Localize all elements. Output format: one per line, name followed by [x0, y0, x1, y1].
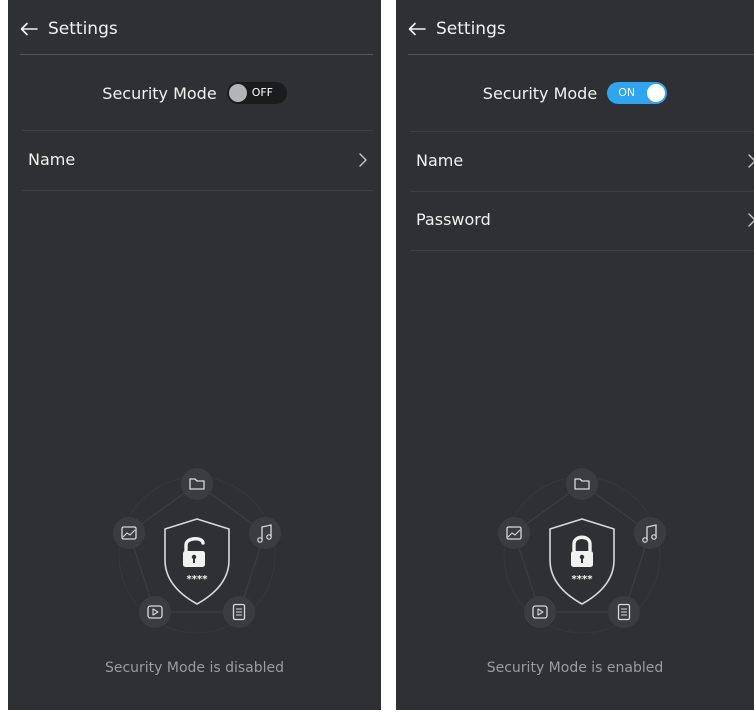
toggle-knob [228, 84, 247, 102]
settings-item-password[interactable]: Password [396, 191, 754, 249]
toggle-knob [647, 84, 666, 102]
image-icon [498, 517, 530, 549]
settings-item-label: Name [28, 150, 76, 169]
lock-code: **** [572, 574, 594, 585]
security-mode-toggle[interactable]: ON [607, 82, 668, 104]
security-illustration: **** [113, 468, 281, 634]
video-icon [524, 596, 556, 628]
back-arrow-icon [408, 22, 426, 36]
security-status-text: Security Mode is disabled [104, 660, 285, 676]
security-status-text: Security Mode is enabled [486, 660, 664, 676]
back-arrow-icon [20, 22, 38, 36]
back-button[interactable]: Settings [408, 14, 512, 44]
settings-screen-security-on: Settings Security Mode ON Name Password [396, 0, 754, 710]
back-button[interactable]: Settings [20, 14, 124, 44]
divider [22, 190, 373, 191]
settings-item-label: Name [416, 151, 464, 170]
music-icon [249, 517, 281, 549]
chevron-right-icon [359, 153, 367, 167]
folder-icon [181, 468, 213, 500]
security-mode-row: Security Mode OFF [8, 70, 381, 116]
page-title: Settings [436, 19, 506, 39]
lock-code: **** [187, 574, 209, 585]
page-title: Settings [48, 19, 118, 39]
security-mode-label: Security Mode [102, 83, 217, 103]
security-mode-label: Security Mode [482, 83, 598, 103]
security-mode-toggle[interactable]: OFF [226, 82, 287, 104]
settings-screen-security-off: Settings Security Mode OFF Name **** Sec… [8, 0, 381, 710]
settings-item-name[interactable]: Name [396, 132, 754, 190]
image-icon [113, 517, 145, 549]
document-icon [608, 596, 640, 628]
header-divider [20, 54, 373, 55]
music-icon [634, 517, 666, 549]
video-icon [139, 596, 171, 628]
chevron-right-icon [748, 154, 754, 168]
settings-item-name[interactable]: Name [8, 131, 381, 189]
header: Settings [396, 0, 754, 54]
document-icon [223, 596, 255, 628]
chevron-right-icon [748, 213, 754, 227]
toggle-state-text: ON [618, 86, 636, 99]
toggle-state-text: OFF [251, 86, 273, 99]
security-mode-row: Security Mode ON [396, 70, 754, 116]
header: Settings [8, 0, 381, 54]
divider [410, 250, 754, 251]
header-divider [408, 54, 754, 55]
folder-icon [566, 468, 598, 500]
security-illustration: **** [498, 468, 666, 634]
settings-item-label: Password [416, 210, 491, 229]
